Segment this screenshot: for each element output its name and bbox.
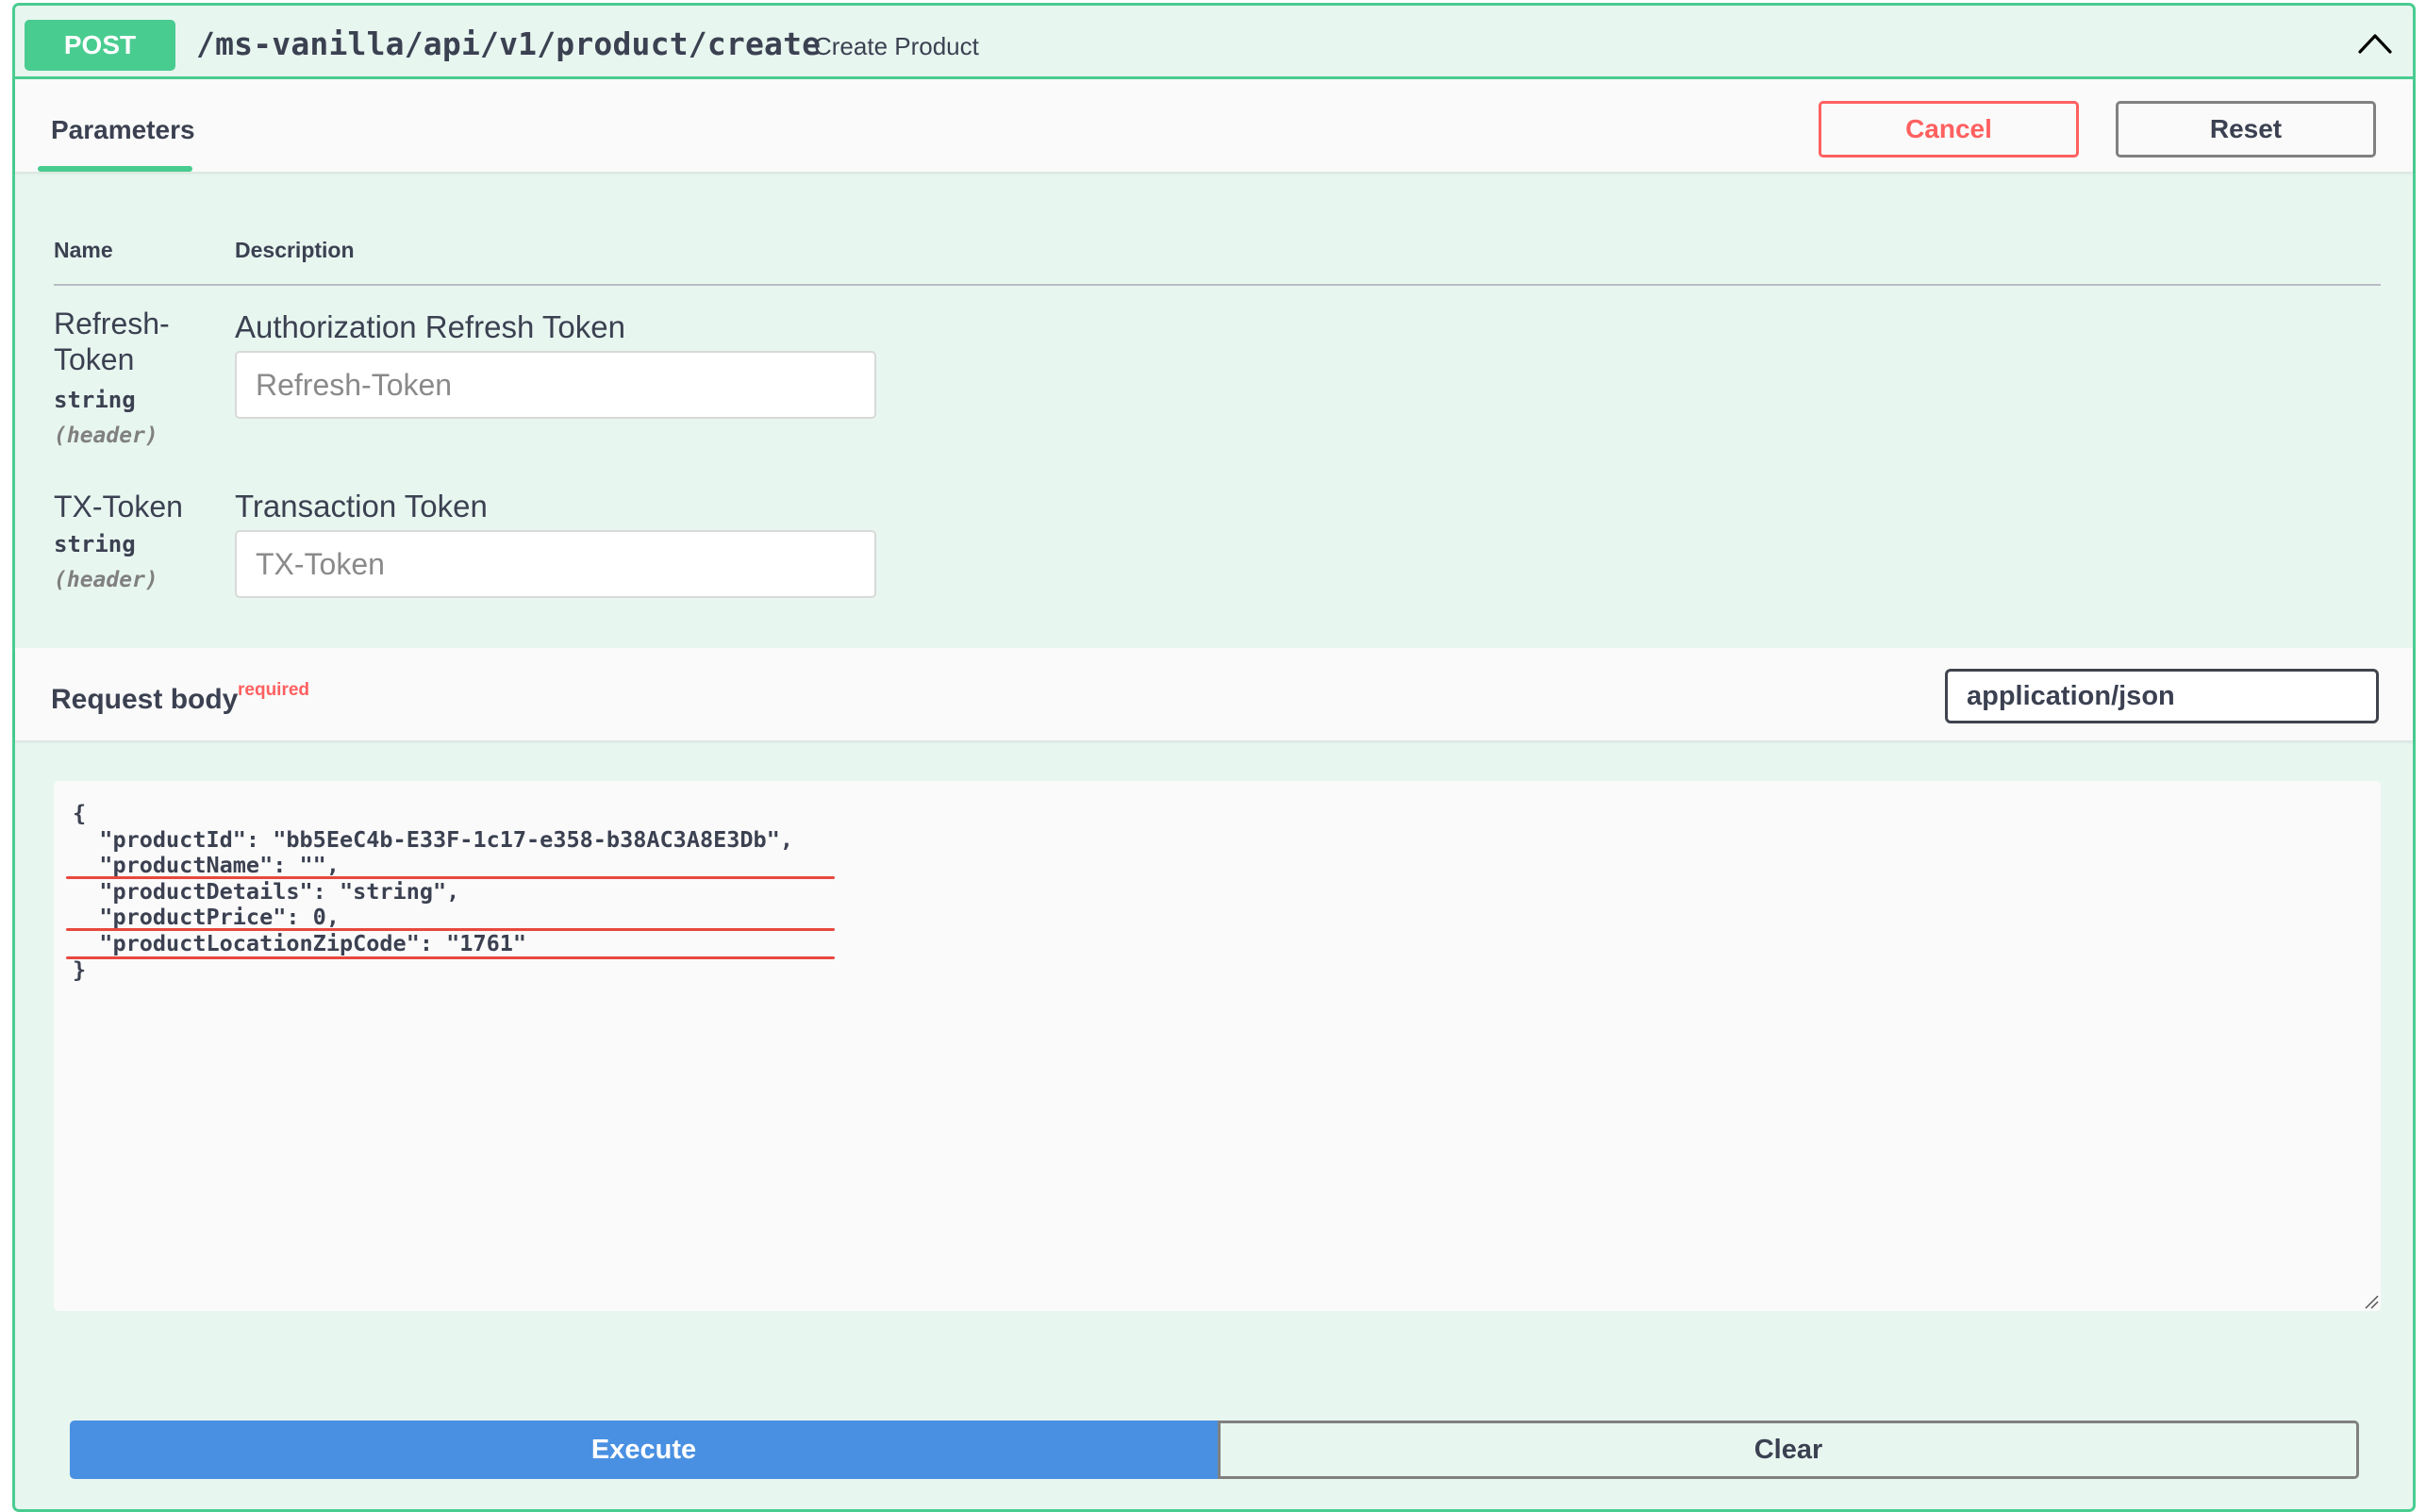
tx-token-input[interactable]: [235, 530, 876, 598]
param-location: (header): [54, 424, 158, 448]
param-description: Transaction Token: [235, 489, 488, 523]
execute-bar: Execute Clear: [70, 1421, 2359, 1479]
annotation-underline: [66, 956, 835, 959]
param-name-refresh-token-line2: Token: [54, 342, 135, 376]
param-type: string: [54, 531, 136, 557]
content-type-select[interactable]: application/json: [1945, 669, 2379, 723]
annotation-underline: [66, 876, 835, 879]
resize-handle-icon[interactable]: [2364, 1294, 2379, 1309]
chevron-up-icon[interactable]: [2354, 23, 2396, 64]
request-body-header: Request body required application/json: [15, 648, 2413, 740]
param-type: string: [54, 387, 136, 413]
tab-active-indicator: [38, 166, 192, 172]
tab-parameters[interactable]: Parameters: [51, 115, 195, 145]
clear-button[interactable]: Clear: [1218, 1421, 2359, 1479]
param-description: Authorization Refresh Token: [235, 309, 625, 344]
reset-button[interactable]: Reset: [2116, 101, 2376, 158]
request-body-editor[interactable]: { "productId": "bb5EeC4b-E33F-1c17-e358-…: [54, 781, 2381, 1311]
method-badge: POST: [25, 20, 175, 71]
endpoint-path: /ms-vanilla/api/v1/product/create: [196, 25, 822, 62]
operation-block: POST /ms-vanilla/api/v1/product/create C…: [12, 3, 2416, 1512]
required-badge: required: [238, 680, 310, 700]
execute-button[interactable]: Execute: [70, 1421, 1218, 1479]
annotation-underline: [66, 928, 835, 931]
column-header-description: Description: [235, 238, 355, 262]
cancel-button[interactable]: Cancel: [1819, 101, 2079, 158]
request-body-label: Request body: [51, 684, 239, 715]
column-header-name: Name: [54, 238, 113, 262]
param-location: (header): [54, 568, 158, 592]
parameters-header: Parameters Cancel Reset: [15, 79, 2413, 172]
column-divider: [54, 284, 2381, 286]
param-name-refresh-token-line1: Refresh-: [54, 307, 170, 341]
operation-summary-text: Create Product: [814, 32, 979, 60]
operation-summary[interactable]: POST /ms-vanilla/api/v1/product/create C…: [15, 6, 2413, 79]
param-name-tx-token: TX-Token: [54, 490, 183, 523]
refresh-token-input[interactable]: [235, 351, 876, 419]
